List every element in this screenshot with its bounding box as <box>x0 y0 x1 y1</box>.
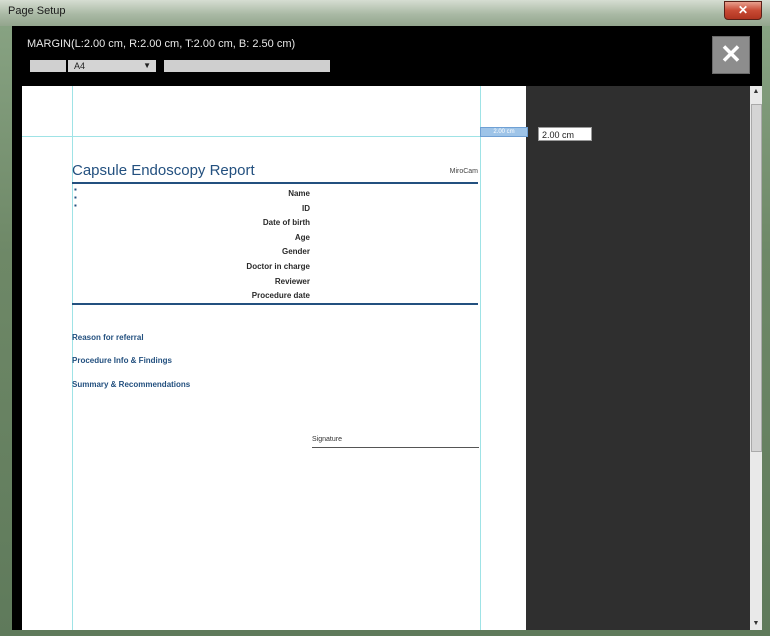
field-doctor-in-charge: Doctor in charge <box>246 261 310 271</box>
scrollbar-thumb[interactable] <box>751 104 762 452</box>
scroll-up-icon[interactable]: ▲ <box>750 86 762 98</box>
field-age: Age <box>294 232 310 242</box>
fields-rule <box>72 303 478 305</box>
custom-size-field[interactable] <box>164 60 330 72</box>
report-brand: MiroCam <box>449 168 478 175</box>
dialog-body: MARGIN(L:2.00 cm, R:2.00 cm, T:2.00 cm, … <box>12 26 762 630</box>
field-date-of-birth: Date of birth <box>262 218 310 228</box>
header-rule <box>72 182 478 184</box>
field-gender: Gender <box>281 247 310 257</box>
margin-info-text: MARGIN(L:2.00 cm, R:2.00 cm, T:2.00 cm, … <box>27 38 296 50</box>
window-title: Page Setup <box>8 5 66 17</box>
window-close-button[interactable]: ✕ <box>724 1 762 20</box>
vertical-scrollbar[interactable]: ▲ ▼ <box>750 86 762 630</box>
signature-line <box>312 447 479 448</box>
section-procedure-findings: Procedure Info & Findings <box>72 356 173 365</box>
report-title: Capsule Endoscopy Report <box>72 162 255 179</box>
paper-size-select[interactable]: A4 ▼ <box>68 60 156 72</box>
close-button[interactable]: ✕ <box>712 36 750 74</box>
top-margin-guide[interactable] <box>22 136 526 137</box>
preview-area: Capsule Endoscopy Report MiroCam ▪ ▪ ▪ Nam… <box>22 86 762 630</box>
chevron-down-icon: ▼ <box>143 61 151 70</box>
page-setup-window: Page Setup ✕ MARGIN(L:2.00 cm, R:2.00 cm… <box>0 0 770 636</box>
patient-fields: Name ID Date of birth Age Gender Doctor … <box>192 187 310 304</box>
field-name: Name <box>288 189 310 198</box>
field-id: ID <box>302 203 310 213</box>
page-preview: Capsule Endoscopy Report MiroCam ▪ ▪ ▪ Nam… <box>22 86 526 630</box>
signature-label: Signature <box>312 436 342 443</box>
section-summary-recommendations: Summary & Recommendations <box>72 380 191 389</box>
scroll-down-icon[interactable]: ▼ <box>750 618 762 630</box>
margin-marker[interactable]: 2.00 cm <box>480 127 528 137</box>
field-reviewer: Reviewer <box>274 276 310 286</box>
section-reason-for-referral: Reason for referral <box>72 333 144 342</box>
paper-size-value: A4 <box>74 61 86 71</box>
title-bar[interactable]: Page Setup ✕ <box>0 0 770 26</box>
right-margin-guide[interactable] <box>480 86 481 630</box>
field-procedure-date: Procedure date <box>251 291 310 301</box>
margin-value-input[interactable]: 2.00 cm <box>538 127 592 141</box>
bullet-markers: ▪ ▪ ▪ <box>74 185 77 210</box>
orientation-select[interactable] <box>30 60 66 72</box>
